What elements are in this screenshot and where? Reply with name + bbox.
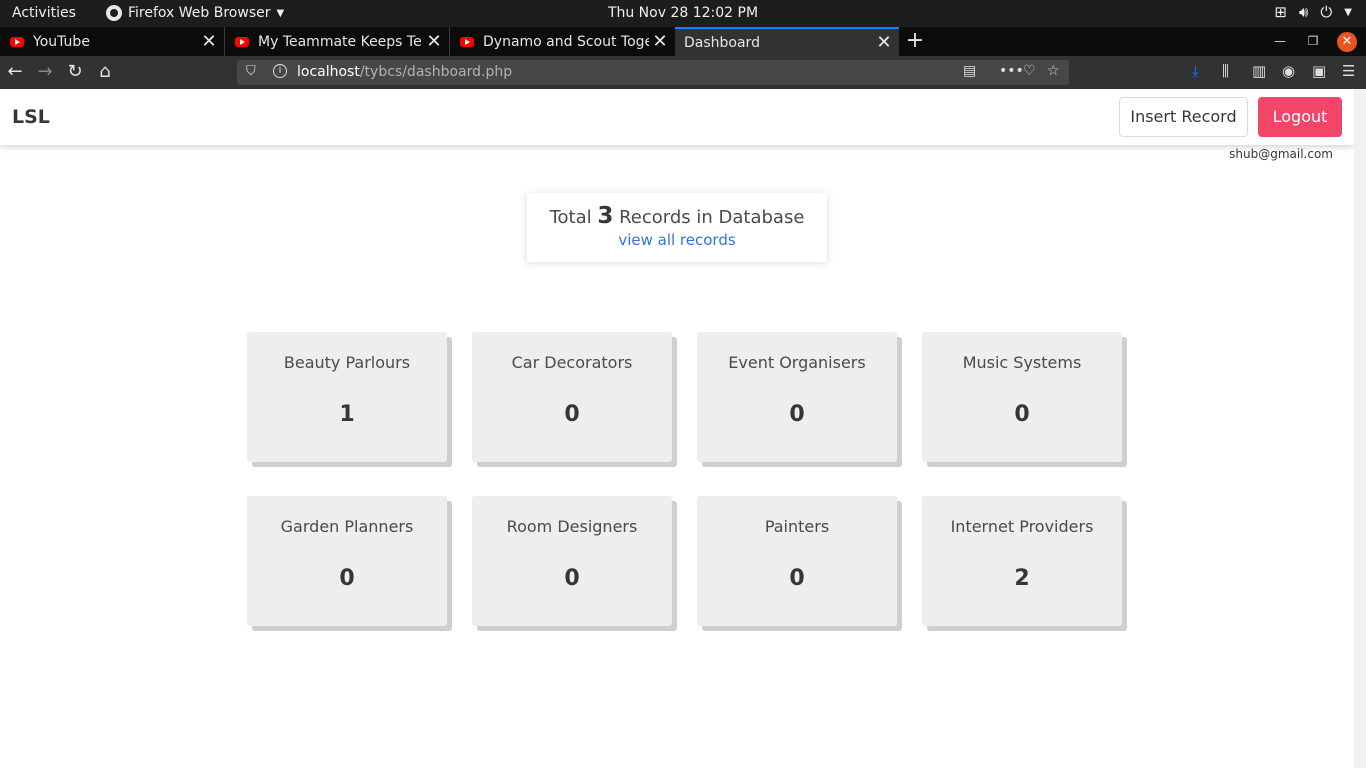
new-tab-icon[interactable]: +	[904, 27, 926, 56]
pocket-icon[interactable]: ♡	[1023, 63, 1036, 79]
category-label: Event Organisers	[728, 353, 866, 372]
category-label: Painters	[764, 517, 830, 536]
insert-record-button[interactable]: Insert Record	[1119, 97, 1248, 137]
category-card-car-decorators[interactable]: Car Decorators 0	[472, 332, 672, 462]
tab-title: My Teammate Keeps Tell	[258, 33, 423, 50]
tab-strip: YouTube ✕ My Teammate Keeps Tell ✕ Dynam…	[0, 27, 1366, 56]
total-prefix: Total	[549, 207, 592, 228]
site-header: LSL Insert Record Logout	[0, 89, 1354, 145]
url-text[interactable]: localhost/tybcs/dashboard.php	[297, 64, 512, 80]
network-icon[interactable]: ⊞	[1274, 3, 1287, 21]
total-records-line: Total 3 Records in Database	[527, 203, 827, 229]
total-records-box: Total 3 Records in Database view all rec…	[527, 193, 827, 262]
restore-icon[interactable]: ❐	[1303, 27, 1323, 56]
tab-teammate[interactable]: My Teammate Keeps Tell ✕	[225, 27, 450, 56]
youtube-icon	[10, 36, 24, 47]
tab-youtube[interactable]: YouTube ✕	[0, 27, 225, 56]
bookmark-star-icon[interactable]: ☆	[1047, 63, 1060, 79]
caret-down-icon: ▼	[276, 7, 285, 19]
app-menu[interactable]: Firefox Web Browser ▼	[106, 5, 284, 21]
tab-title: Dashboard	[684, 34, 760, 51]
power-icon[interactable]: ⏻	[1320, 3, 1332, 21]
logout-button[interactable]: Logout	[1258, 97, 1342, 137]
brand-logo[interactable]: LSL	[12, 106, 50, 128]
page-content: LSL Insert Record Logout shub@gmail.com …	[0, 89, 1366, 768]
app-menu-label: Firefox Web Browser	[128, 5, 271, 21]
user-email: shub@gmail.com	[1229, 147, 1333, 161]
close-icon[interactable]: ✕	[873, 32, 895, 53]
reader-view-icon[interactable]: ▤	[963, 63, 976, 79]
sidebar-icon[interactable]: ▥	[1252, 62, 1266, 80]
category-count: 2	[1014, 566, 1030, 591]
clock[interactable]: Thu Nov 28 12:02 PM	[608, 5, 758, 21]
reload-icon[interactable]: ↻	[64, 60, 86, 84]
url-path: /tybcs/dashboard.php	[359, 64, 513, 80]
nav-toolbar: ← → ↻ ⌂ ⛉ i localhost/tybcs/dashboard.ph…	[0, 56, 1366, 89]
youtube-icon	[235, 36, 249, 47]
downloads-icon[interactable]: ⤓	[1192, 62, 1199, 80]
category-card-painters[interactable]: Painters 0	[697, 496, 897, 626]
total-suffix: Records in Database	[619, 207, 805, 228]
youtube-icon	[460, 36, 474, 47]
site-info-icon[interactable]: i	[273, 64, 287, 78]
close-icon[interactable]: ✕	[198, 31, 220, 52]
menu-icon[interactable]: ☰	[1342, 62, 1355, 80]
tray-caret-icon[interactable]: ▼	[1344, 7, 1352, 18]
category-count: 0	[339, 566, 355, 591]
page-scrollbar[interactable]	[1354, 89, 1366, 768]
category-label: Beauty Parlours	[283, 353, 411, 372]
category-card-garden-planners[interactable]: Garden Planners 0	[247, 496, 447, 626]
url-host: localhost	[297, 64, 360, 80]
tracking-shield-icon[interactable]: ⛉	[246, 64, 256, 79]
url-bar[interactable]: ⛉ i localhost/tybcs/dashboard.php ▤ ••• …	[237, 60, 1069, 85]
home-icon[interactable]: ⌂	[94, 60, 116, 84]
category-card-room-designers[interactable]: Room Designers 0	[472, 496, 672, 626]
category-label: Garden Planners	[280, 517, 414, 536]
minimize-icon[interactable]: —	[1270, 27, 1290, 56]
category-count: 1	[339, 402, 355, 427]
extension-icon[interactable]: ▣	[1312, 62, 1326, 80]
category-count: 0	[564, 402, 580, 427]
category-label: Room Designers	[506, 517, 638, 536]
category-card-internet-providers[interactable]: Internet Providers 2	[922, 496, 1122, 626]
total-count: 3	[597, 203, 614, 229]
category-label: Music Systems	[962, 353, 1082, 372]
close-icon[interactable]: ✕	[649, 31, 671, 52]
category-count: 0	[564, 566, 580, 591]
category-card-event-organisers[interactable]: Event Organisers 0	[697, 332, 897, 462]
library-icon[interactable]: ⫼	[1222, 62, 1229, 80]
volume-icon[interactable]: 🔊︎	[1299, 3, 1308, 21]
category-label: Internet Providers	[950, 517, 1094, 536]
close-icon[interactable]: ✕	[423, 31, 445, 52]
activities-button[interactable]: Activities	[12, 5, 76, 21]
account-icon[interactable]: ◉	[1282, 62, 1295, 80]
tab-title: YouTube	[33, 33, 90, 50]
category-card-beauty-parlours[interactable]: Beauty Parlours 1	[247, 332, 447, 462]
category-label: Car Decorators	[511, 353, 633, 372]
forward-arrow-icon[interactable]: →	[34, 60, 56, 84]
page-actions-icon[interactable]: •••	[999, 63, 1024, 79]
view-all-records-link[interactable]: view all records	[527, 231, 827, 249]
system-tray[interactable]: ⊞ 🔊︎ ⏻ ▼	[1274, 3, 1352, 21]
category-count: 0	[1014, 402, 1030, 427]
back-arrow-icon[interactable]: ←	[4, 60, 26, 84]
category-card-music-systems[interactable]: Music Systems 0	[922, 332, 1122, 462]
window-close-icon[interactable]: ✕	[1337, 32, 1357, 52]
category-count: 0	[789, 402, 805, 427]
category-count: 0	[789, 566, 805, 591]
tab-title: Dynamo and Scout Toget	[483, 33, 649, 50]
tab-dashboard[interactable]: Dashboard ✕	[675, 27, 899, 56]
tab-dynamo[interactable]: Dynamo and Scout Toget ✕	[450, 27, 675, 56]
firefox-icon	[106, 5, 122, 21]
system-top-bar: Activities Firefox Web Browser ▼ Thu Nov…	[0, 0, 1366, 27]
